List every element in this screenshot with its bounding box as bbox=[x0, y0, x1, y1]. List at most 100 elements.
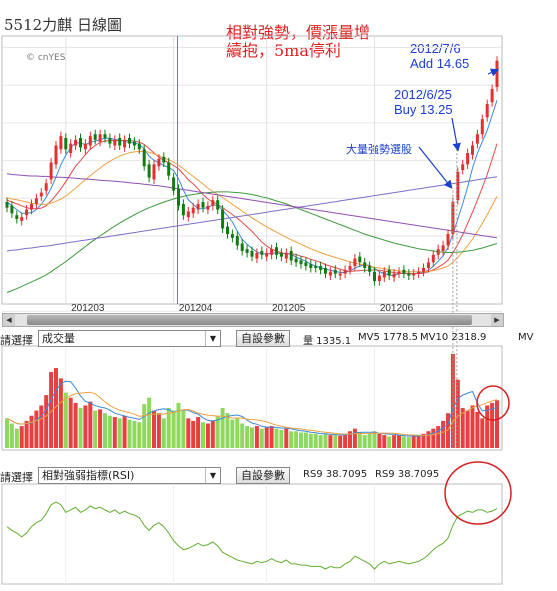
volume-bar bbox=[245, 426, 250, 448]
rsi-indicator-select[interactable]: 相對強弱指標(RSI) ▼ bbox=[38, 467, 221, 484]
candle-body bbox=[186, 211, 190, 218]
volume-bar bbox=[142, 404, 147, 448]
candle-body bbox=[123, 139, 127, 148]
volume-bar bbox=[352, 428, 357, 448]
volume-bar bbox=[161, 418, 166, 448]
volume-bar bbox=[171, 410, 176, 448]
scroll-right-arrow[interactable]: ▶ bbox=[491, 314, 503, 326]
volume-bar bbox=[78, 408, 83, 448]
volume-legend-mv10: MV10 2318.9 bbox=[420, 332, 487, 343]
candle-body bbox=[137, 143, 141, 150]
candle-body bbox=[270, 249, 274, 255]
volume-bar bbox=[132, 420, 137, 448]
candle-body bbox=[255, 252, 259, 259]
candle-body bbox=[260, 251, 264, 255]
candle-body bbox=[54, 145, 58, 165]
candle-body bbox=[319, 266, 323, 270]
rsi-legend-2: RS9 38.7095 bbox=[375, 469, 440, 480]
candle-body bbox=[328, 271, 332, 276]
volume-bar bbox=[367, 433, 372, 448]
candle-body bbox=[348, 266, 352, 270]
candle-body bbox=[431, 254, 435, 263]
volume-bar bbox=[495, 400, 499, 448]
candle-body bbox=[49, 162, 53, 180]
candle-body bbox=[343, 269, 347, 274]
volume-bar bbox=[313, 433, 318, 448]
candle-body bbox=[471, 145, 474, 155]
volume-bar bbox=[176, 402, 181, 448]
rsi-frame bbox=[1, 483, 503, 585]
volume-bar bbox=[127, 419, 132, 448]
volume-bar bbox=[436, 426, 441, 448]
volume-bar bbox=[406, 437, 411, 448]
volume-bar bbox=[397, 435, 401, 448]
volume-bar bbox=[338, 435, 343, 448]
candle-body bbox=[382, 271, 386, 278]
volume-bar bbox=[470, 405, 475, 448]
scroll-thumb[interactable] bbox=[27, 315, 472, 325]
volume-bar bbox=[362, 435, 367, 448]
candle-body bbox=[446, 234, 450, 246]
scroll-left-arrow[interactable]: ◀ bbox=[3, 314, 15, 326]
volume-bar bbox=[63, 392, 68, 448]
volume-bar bbox=[387, 436, 392, 448]
volume-bar bbox=[152, 410, 156, 448]
rsi-line bbox=[6, 501, 498, 570]
volume-indicator-select[interactable]: 成交量 ▼ bbox=[38, 330, 221, 347]
candle-body bbox=[461, 164, 465, 170]
volume-bar bbox=[19, 426, 24, 448]
rsi-params-button[interactable]: 自設參數 bbox=[236, 467, 290, 484]
volume-bar bbox=[220, 408, 225, 448]
rsi-select-value: 相對強弱指標(RSI) bbox=[42, 469, 135, 482]
candle-body bbox=[289, 251, 293, 261]
candle-body bbox=[392, 273, 396, 278]
volume-bar bbox=[299, 432, 303, 448]
volume-bar bbox=[29, 415, 34, 448]
candle-body bbox=[74, 139, 78, 146]
volume-bar bbox=[191, 420, 196, 448]
volume-bar bbox=[411, 436, 416, 448]
rsi-select-label: 請選擇 bbox=[0, 471, 33, 484]
candle-body bbox=[368, 266, 372, 272]
volume-params-button[interactable]: 自設參數 bbox=[236, 330, 290, 347]
volume-bar bbox=[205, 423, 210, 448]
candle-body bbox=[162, 156, 166, 163]
volume-bar bbox=[328, 435, 333, 448]
volume-bar bbox=[73, 402, 78, 448]
volume-bar bbox=[343, 433, 348, 448]
candle-body bbox=[397, 271, 401, 274]
volume-bar bbox=[103, 413, 107, 448]
volume-bar bbox=[230, 419, 235, 448]
candle-body bbox=[5, 202, 9, 208]
candle-body bbox=[216, 200, 220, 210]
candle-body bbox=[240, 243, 244, 252]
chart-canvas: 201203 201204 201205 201206 bbox=[1, 35, 512, 585]
candle-body bbox=[436, 249, 440, 255]
candle-body bbox=[15, 215, 19, 219]
candle-body bbox=[20, 217, 24, 221]
volume-bar bbox=[401, 436, 406, 448]
candle-body bbox=[157, 158, 161, 167]
volume-bar bbox=[294, 431, 299, 448]
volume-bar bbox=[318, 435, 323, 448]
candle-body bbox=[59, 136, 63, 150]
candle-body bbox=[412, 273, 416, 276]
volume-bar bbox=[181, 410, 186, 448]
volume-bar bbox=[88, 401, 93, 448]
volume-bar bbox=[235, 418, 240, 448]
volume-bar bbox=[264, 427, 269, 448]
candle-body bbox=[475, 134, 479, 144]
volume-bar bbox=[39, 405, 44, 448]
ma-line-ma120 bbox=[6, 176, 498, 252]
volume-bar bbox=[274, 428, 279, 448]
volume-bar bbox=[480, 418, 485, 448]
volume-bars bbox=[5, 353, 499, 448]
candle-body bbox=[441, 245, 445, 252]
volume-bar bbox=[303, 432, 308, 448]
candle-body bbox=[485, 104, 489, 118]
chart-scrollbar[interactable]: ◀ ▶ bbox=[2, 313, 504, 327]
candle-body bbox=[304, 262, 308, 267]
candle-body bbox=[466, 153, 470, 165]
candle-body bbox=[64, 137, 68, 150]
volume-bar bbox=[254, 426, 259, 448]
